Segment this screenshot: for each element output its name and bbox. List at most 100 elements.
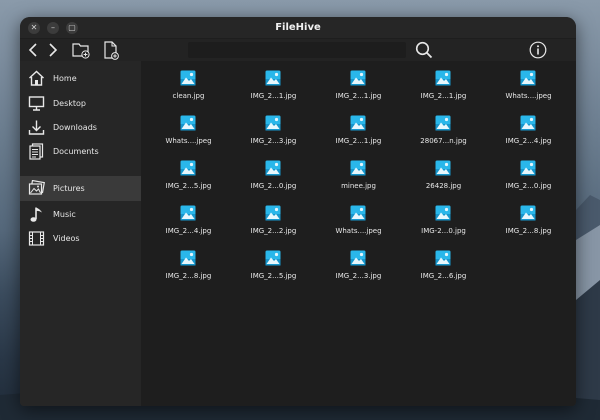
sidebar-item-desktop[interactable]: Desktop [20, 91, 141, 116]
home-icon [29, 70, 44, 86]
toolbar [20, 39, 576, 61]
file-name: IMG_2...8.jpg [165, 272, 212, 280]
file-name: IMG_2...1.jpg [420, 92, 467, 100]
file-item[interactable]: IMG_2...5.jpg [231, 245, 316, 290]
image-file-icon [265, 160, 281, 176]
sidebar-item-documents[interactable]: Documents [20, 139, 141, 164]
image-file-icon [520, 160, 536, 176]
file-name: IMG_2...0.jpg [505, 182, 552, 190]
file-item[interactable]: IMG_2...1.jpg [231, 65, 316, 110]
sidebar-item-pictures[interactable]: Pictures [20, 176, 141, 201]
sidebar-item-label: Videos [53, 234, 80, 243]
file-item[interactable]: Whats....jpeg [146, 110, 231, 155]
file-name: IMG_2...4.jpg [165, 227, 212, 235]
file-item[interactable]: IMG_2...1.jpg [316, 65, 401, 110]
sidebar-item-home[interactable]: Home [20, 66, 141, 91]
file-item[interactable]: IMG_2...8.jpg [486, 200, 571, 245]
image-file-icon [350, 70, 366, 86]
file-item[interactable]: clean.jpg [146, 65, 231, 110]
image-file-icon [435, 115, 451, 131]
sidebar-item-music[interactable]: Music [20, 202, 141, 227]
info-button[interactable] [528, 39, 548, 61]
file-item[interactable]: minee.jpg [316, 155, 401, 200]
image-file-icon [520, 205, 536, 221]
file-item[interactable]: IMG-2...0.jpg [401, 200, 486, 245]
image-file-icon [180, 160, 196, 176]
back-button[interactable] [26, 39, 40, 61]
video-icon [28, 231, 45, 246]
new-file-button[interactable] [100, 39, 122, 61]
image-file-icon [350, 115, 366, 131]
sidebar-item-label: Music [53, 210, 76, 219]
file-name: IMG_2...0.jpg [250, 182, 297, 190]
image-file-icon [435, 250, 451, 266]
image-file-icon [435, 205, 451, 221]
info-icon [529, 41, 547, 59]
image-file-icon [520, 70, 536, 86]
file-name: IMG_2...2.jpg [250, 227, 297, 235]
download-icon [28, 120, 45, 135]
file-item[interactable]: 28067...n.jpg [401, 110, 486, 155]
image-file-icon [180, 70, 196, 86]
file-item[interactable]: IMG_2...8.jpg [146, 245, 231, 290]
sidebar-item-videos[interactable]: Videos [20, 226, 141, 251]
file-name: IMG-2...0.jpg [421, 227, 466, 235]
image-file-icon [265, 250, 281, 266]
image-file-icon [350, 250, 366, 266]
file-name: 26428.jpg [425, 182, 462, 190]
file-name: 28067...n.jpg [420, 137, 467, 145]
file-name: IMG_2...3.jpg [250, 137, 297, 145]
pictures-icon [28, 180, 45, 195]
search-button[interactable] [414, 39, 434, 61]
file-item[interactable]: 26428.jpg [401, 155, 486, 200]
chevron-left-icon [28, 43, 37, 57]
sidebar-item-label: Downloads [53, 123, 97, 132]
file-item[interactable]: IMG_2...4.jpg [146, 200, 231, 245]
file-name: IMG_2...3.jpg [335, 272, 382, 280]
sidebar-item-label: Documents [53, 147, 99, 156]
file-name: IMG_2...5.jpg [250, 272, 297, 280]
sidebar-item-label: Pictures [53, 184, 85, 193]
new-folder-icon [72, 43, 90, 59]
file-name: IMG_2...6.jpg [420, 272, 467, 280]
image-file-icon [265, 115, 281, 131]
file-name: Whats....jpeg [165, 137, 212, 145]
file-name: Whats....jpeg [335, 227, 382, 235]
sidebar-item-downloads[interactable]: Downloads [20, 115, 141, 140]
file-item[interactable]: IMG_2...2.jpg [231, 200, 316, 245]
new-folder-button[interactable] [70, 39, 92, 61]
forward-button[interactable] [46, 39, 60, 61]
image-file-icon [520, 115, 536, 131]
documents-icon [29, 143, 44, 160]
image-file-icon [180, 115, 196, 131]
file-name: IMG_2...1.jpg [335, 92, 382, 100]
file-name: IMG_2...8.jpg [505, 227, 552, 235]
image-file-icon [265, 70, 281, 86]
file-item[interactable]: IMG_2...5.jpg [146, 155, 231, 200]
new-file-icon [104, 40, 119, 60]
file-name: minee.jpg [341, 182, 376, 190]
image-file-icon [350, 160, 366, 176]
path-bar[interactable] [188, 42, 406, 58]
file-item[interactable]: IMG_2...3.jpg [316, 245, 401, 290]
file-item[interactable]: IMG_2...0.jpg [486, 155, 571, 200]
music-icon [30, 207, 42, 222]
window-title: FileHive [275, 22, 321, 33]
file-name: IMG_2...1.jpg [335, 137, 382, 145]
sidebar-item-label: Home [53, 74, 77, 83]
title-bar: ✕ – ▢ FileHive [20, 17, 576, 39]
file-name: IMG_2...1.jpg [250, 92, 297, 100]
file-name: IMG_2...5.jpg [165, 182, 212, 190]
file-item[interactable]: IMG_2...3.jpg [231, 110, 316, 155]
file-manager-window: ✕ – ▢ FileHive Home Desktop Downloads Do… [20, 17, 576, 406]
file-item[interactable]: IMG_2...1.jpg [401, 65, 486, 110]
sidebar: Home Desktop Downloads Documents Picture… [20, 61, 141, 406]
file-item[interactable]: Whats....jpeg [316, 200, 401, 245]
file-item[interactable]: IMG_2...0.jpg [231, 155, 316, 200]
search-icon [415, 41, 433, 59]
file-name: IMG_2...4.jpg [505, 137, 552, 145]
file-item[interactable]: IMG_2...4.jpg [486, 110, 571, 155]
file-item[interactable]: IMG_2...6.jpg [401, 245, 486, 290]
file-item[interactable]: Whats....jpeg [486, 65, 571, 110]
file-item[interactable]: IMG_2...1.jpg [316, 110, 401, 155]
